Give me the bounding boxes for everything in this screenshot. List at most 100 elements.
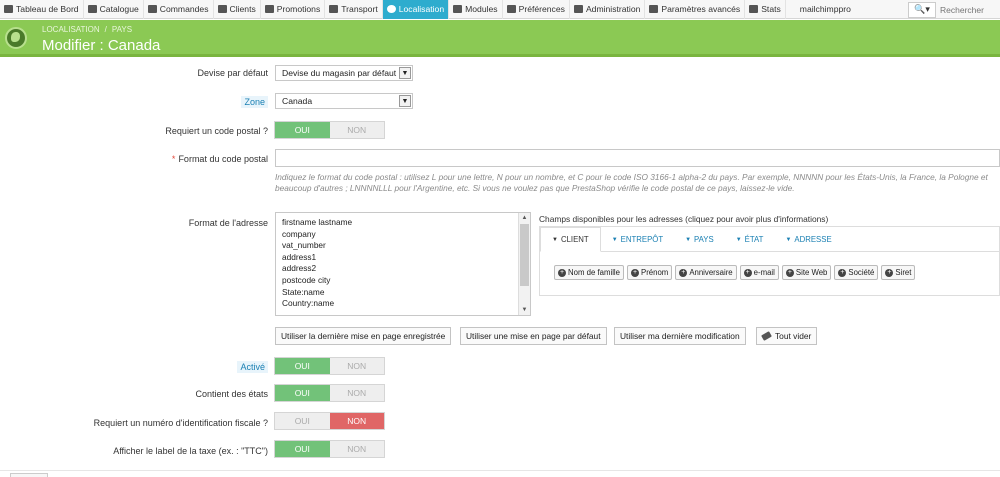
field-tabs: ▼ CLIENT ▼ ENTREPÔT ▼ PAYS ▼ ÉTAT ▼ ADRESSE (540, 227, 843, 252)
field-pill-siret[interactable]: + Siret (881, 265, 916, 280)
footer-divider (0, 470, 1000, 471)
tag-icon (264, 5, 274, 13)
currency-select[interactable]: Devise du magasin par défaut ▼ (275, 65, 413, 81)
nav-item-shipping[interactable]: Transport (325, 0, 383, 19)
switch-no[interactable]: NON (329, 441, 384, 457)
address-format-label: Format de l'adresse (188, 218, 268, 228)
use-default-layout-button[interactable]: Utiliser une mise en page par défaut (460, 327, 607, 345)
address-line: firstname lastname (282, 217, 353, 227)
nav-item-stats[interactable]: Stats (745, 0, 786, 19)
top-navigation: Tableau de Bord Catalogue Commandes Clie… (0, 0, 1000, 19)
chevron-down-icon: ▼ (399, 95, 411, 107)
nav-item-catalog[interactable]: Catalogue (84, 0, 144, 19)
chevron-down-icon: ▾ (925, 4, 930, 14)
breadcrumb-item[interactable]: LOCALISATION (42, 25, 100, 34)
switch-yes[interactable]: OUI (275, 441, 330, 457)
tax-label-label: Afficher le label de la taxe (ex. : "TTC… (113, 446, 268, 456)
globe-icon (386, 5, 396, 13)
nav-item-modules[interactable]: Modules (449, 0, 503, 19)
switch-yes[interactable]: OUI (275, 385, 330, 401)
currency-value: Devise du magasin par défaut (282, 68, 397, 78)
use-last-saved-layout-button[interactable]: Utiliser la dernière mise en page enregi… (275, 327, 452, 345)
bar-chart-icon (749, 5, 759, 13)
tab-warehouse[interactable]: ▼ ENTREPÔT (601, 227, 674, 252)
nav-item-administration[interactable]: Administration (570, 0, 646, 19)
plus-icon: + (838, 268, 847, 277)
nav-item-orders[interactable]: Commandes (144, 0, 214, 19)
tab-state[interactable]: ▼ ÉTAT (725, 227, 775, 252)
field-pill-email[interactable]: + e-mail (739, 265, 779, 280)
switch-no[interactable]: NON (329, 122, 384, 138)
plus-icon: + (743, 268, 752, 277)
contains-states-switch[interactable]: OUI NON (274, 384, 385, 402)
users-icon (217, 5, 227, 13)
address-line: vat_number (282, 240, 326, 251)
caret-down-icon: ▼ (685, 236, 692, 243)
caret-down-icon: ▼ (611, 236, 618, 243)
required-mark: * (171, 154, 176, 164)
tab-country[interactable]: ▼ PAYS (674, 227, 725, 252)
zip-format-help: Indiquez le format du code postal : util… (275, 172, 988, 193)
switch-no[interactable]: NON (329, 413, 384, 429)
tax-id-label: Requiert un numéro d'identification fisc… (93, 418, 268, 428)
zone-select[interactable]: Canada ▼ (275, 93, 413, 109)
clear-all-button[interactable]: Tout vider (756, 327, 818, 345)
field-pill-lastname[interactable]: + Nom de famille (554, 265, 624, 280)
footer-button[interactable] (10, 473, 48, 477)
nav-item-dashboard[interactable]: Tableau de Bord (0, 0, 84, 19)
scroll-thumb[interactable] (520, 224, 529, 286)
address-format-textarea[interactable]: firstname lastname company vat_number ad… (275, 212, 531, 316)
tax-label-switch[interactable]: OUI NON (274, 440, 385, 458)
textarea-scrollbar[interactable]: ▲ ▼ (518, 213, 530, 315)
chevron-down-icon: ▼ (399, 67, 411, 79)
zone-value: Canada (282, 96, 313, 106)
field-pill-website[interactable]: + Site Web (781, 265, 832, 280)
caret-down-icon: ▼ (785, 236, 792, 243)
address-line: company (282, 228, 316, 239)
zip-required-switch[interactable]: OUI NON (274, 121, 385, 139)
cog-icon (573, 5, 583, 13)
field-pill-company[interactable]: + Société (834, 265, 879, 280)
active-label-text: Activé (237, 361, 268, 373)
nav-item-preferences[interactable]: Préférences (503, 0, 570, 19)
active-switch[interactable]: OUI NON (274, 357, 385, 375)
zone-label: Zone (8, 96, 268, 108)
address-line: postcode city (282, 274, 331, 285)
globe-icon (5, 27, 27, 49)
switch-no[interactable]: NON (329, 358, 384, 374)
nav-item-customers[interactable]: Clients (214, 0, 261, 19)
switch-yes[interactable]: OUI (275, 413, 330, 429)
breadcrumb: LOCALISATION / PAYS (42, 25, 132, 34)
tab-client[interactable]: ▼ CLIENT (540, 227, 601, 252)
breadcrumb-item[interactable]: PAYS (112, 25, 132, 34)
search-input[interactable] (940, 1, 1000, 18)
tax-id-switch[interactable]: OUI NON (274, 412, 385, 430)
scroll-up-icon[interactable]: ▲ (519, 213, 530, 223)
switch-no[interactable]: NON (329, 385, 384, 401)
search-scope-button[interactable]: 🔍 ▾ (908, 1, 936, 18)
tab-address[interactable]: ▼ ADRESSE (774, 227, 842, 252)
nav-item-promotions[interactable]: Promotions (261, 0, 326, 19)
credit-card-icon (147, 5, 157, 13)
zip-required-label: Requiert un code postal ? (165, 126, 268, 136)
active-label: Activé (8, 361, 268, 373)
nav-item-advanced[interactable]: Paramètres avancés (645, 0, 746, 19)
zip-format-input[interactable] (275, 149, 1000, 167)
scroll-down-icon[interactable]: ▼ (519, 305, 530, 315)
nav-item-mailchimp[interactable]: mailchimppro (786, 0, 865, 19)
puzzle-icon (453, 5, 463, 13)
nav-item-localization[interactable]: Localisation (382, 0, 450, 19)
cogs-icon (649, 5, 659, 13)
available-fields-panel: ▼ CLIENT ▼ ENTREPÔT ▼ PAYS ▼ ÉTAT ▼ ADRESSE +… (539, 226, 1000, 296)
use-last-modification-button[interactable]: Utiliser ma dernière modification (614, 327, 746, 345)
currency-label: Devise par défaut (197, 68, 268, 78)
switch-yes[interactable]: OUI (275, 358, 330, 374)
field-pill-firstname[interactable]: + Prénom (627, 265, 673, 280)
switch-yes[interactable]: OUI (275, 122, 330, 138)
zone-label-text: Zone (241, 96, 268, 108)
field-pill-birthday[interactable]: + Anniversaire (675, 265, 737, 280)
plus-icon: + (558, 268, 566, 277)
caret-down-icon: ▼ (552, 236, 558, 243)
zip-format-label-text: Format du code postal (178, 154, 268, 164)
page-title: Modifier : Canada (42, 37, 161, 54)
